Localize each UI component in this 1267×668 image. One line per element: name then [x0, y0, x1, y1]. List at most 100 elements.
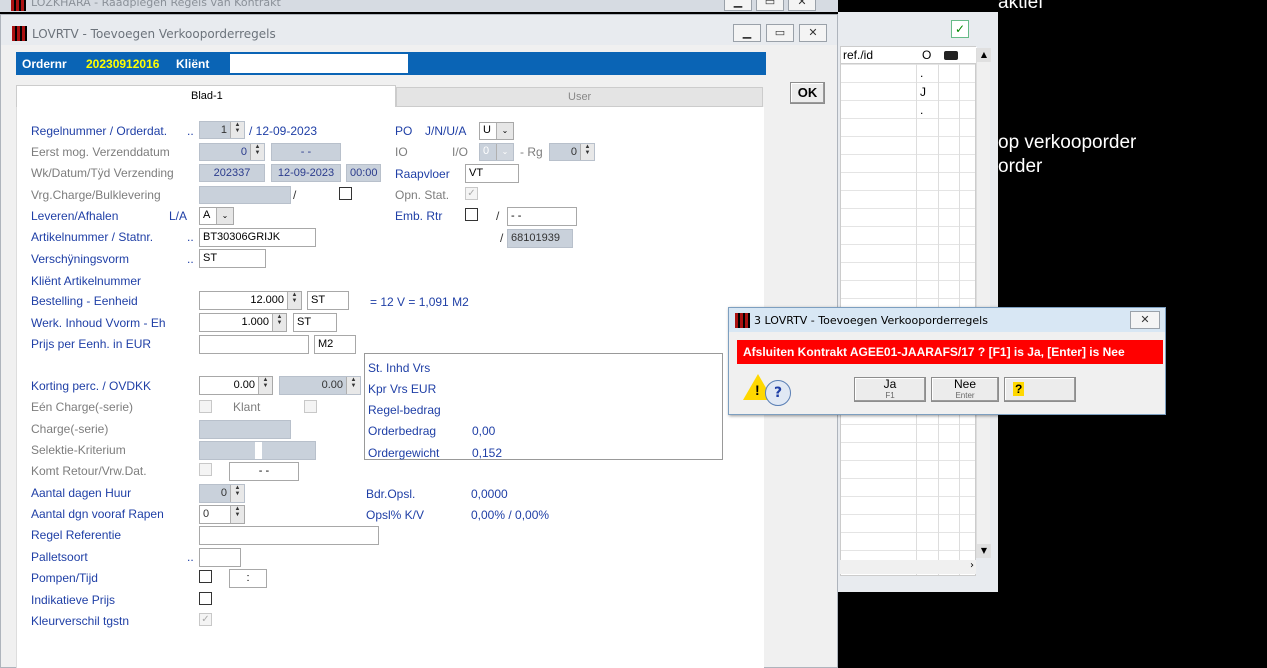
indikatief-checkbox[interactable] [199, 592, 212, 605]
dots: .. [187, 124, 194, 138]
huur-label: Aantal dagen Huur [31, 486, 132, 500]
vooraf-field[interactable]: 0 ▲ ▼ [199, 505, 245, 524]
summary-panel: St. Inhd Vrs Kpr Vrs EUR Regel-bedrag Or… [364, 353, 723, 460]
camera-icon [944, 51, 958, 60]
list-cell[interactable]: . [920, 66, 923, 80]
werk-unit-field[interactable]: ST [293, 313, 337, 332]
col-ref-id[interactable]: ref./id [843, 48, 873, 62]
wk-time-field[interactable]: 00:00 [346, 164, 381, 182]
ordergewicht-label: Ordergewicht [368, 446, 440, 460]
korting-value-1: 0.00 [233, 379, 255, 391]
klient-field[interactable] [230, 54, 408, 73]
background-window-title: LOZKHARA - Raadplegen Regels van Kontrak… [31, 0, 281, 9]
po-label: PO [395, 124, 413, 138]
list-header: ref./id O [841, 47, 977, 64]
klient-label: Kliënt [176, 57, 210, 71]
komt-date-field[interactable]: - - [229, 462, 299, 481]
dots: .. [187, 230, 194, 244]
chevron-down-icon[interactable]: ⌄ [496, 123, 513, 139]
close-button[interactable]: ✕ [799, 24, 827, 42]
horizontal-scrollbar[interactable]: › [840, 560, 976, 574]
korting-field-2[interactable]: 0.00 ▲ ▼ [279, 376, 361, 395]
io-select[interactable]: 0 ⌄ [479, 143, 514, 161]
wk-value: 202337 [213, 167, 251, 179]
tab-blad-1[interactable]: Blad-1 [16, 85, 396, 107]
huur-field[interactable]: 0 ▲ ▼ [199, 484, 245, 503]
opn-checkbox[interactable]: ✓ [465, 187, 478, 200]
scroll-down-icon[interactable]: ▼ [977, 544, 991, 558]
po-select[interactable]: U ⌄ [479, 122, 514, 140]
charge-label: Charge(-serie) [31, 422, 109, 436]
eerst-field[interactable]: 0 ▲ ▼ [199, 143, 265, 161]
bestelling-label: Bestelling - Eenheid [31, 294, 138, 308]
wk-date-field[interactable]: 12-09-2023 [271, 164, 341, 182]
la-select[interactable]: A ⌄ [199, 207, 234, 225]
io-rg-field[interactable]: 0 ▲ ▼ [549, 143, 595, 161]
opsl-label: Opsl% K/V [366, 508, 425, 522]
charge-field[interactable] [199, 420, 291, 439]
ok-button[interactable]: OK [790, 82, 825, 104]
form-panel: Regelnummer / Orderdat. .. 1 ▲ ▼ / 12-09-2… [16, 107, 764, 668]
werk-field[interactable]: 1.000 ▲ ▼ [199, 313, 287, 332]
close-button[interactable]: ✕ [788, 0, 816, 11]
regel-ref-field[interactable] [199, 526, 379, 545]
bestelling-unit-field[interactable]: ST [307, 291, 349, 310]
statnr-field[interactable]: 68101939 [507, 229, 573, 248]
close-button[interactable]: ✕ [1130, 311, 1160, 329]
main-titlebar: LOVRTV - Toevoegen Verkooporderregels ▁ … [1, 15, 837, 45]
dialog-body: Afsluiten Kontrakt AGEE01-JAARAFS/17 ? [… [729, 332, 1165, 414]
klient-art-label: Kliënt Artikelnummer [31, 274, 142, 288]
prijs-unit-field[interactable]: M2 [314, 335, 356, 354]
checkmark-icon[interactable]: ✓ [951, 20, 969, 38]
werk-label: Werk. Inhoud Vvorm - Eh [31, 316, 166, 330]
selektie-field[interactable] [199, 441, 316, 460]
klant-checkbox[interactable] [304, 400, 317, 413]
minimize-button[interactable]: ▁ [724, 0, 752, 11]
een-charge-checkbox[interactable] [199, 400, 212, 413]
background-text: aktief [998, 0, 1044, 13]
tab-user[interactable]: User [396, 87, 763, 107]
eerst-date-field[interactable]: - - [271, 143, 341, 161]
raapvloer-field[interactable]: VT [465, 164, 519, 183]
maximize-button[interactable]: ▭ [756, 0, 784, 11]
chevron-down-icon[interactable]: ⌄ [496, 144, 513, 160]
help-button[interactable]: ? [1004, 377, 1076, 402]
pompen-time-field[interactable]: : [229, 569, 267, 588]
bestelling-field[interactable]: 12.000 ▲ ▼ [199, 291, 302, 310]
minimize-button[interactable]: ▁ [733, 24, 761, 42]
bulklevering-checkbox[interactable] [339, 187, 352, 200]
verschijning-field[interactable]: ST [199, 249, 266, 268]
pallet-field[interactable] [199, 548, 241, 567]
dialog-title: 3 LOVRTV - Toevoegen Verkooporderregels [754, 314, 988, 327]
list-cell[interactable]: J [920, 85, 926, 99]
vrg-field[interactable] [199, 186, 291, 204]
tab-label: User [568, 91, 592, 103]
col-o[interactable]: O [922, 48, 931, 62]
pompen-time: : [246, 572, 250, 584]
bdr-value: 0,0000 [471, 487, 508, 501]
emb-date-field[interactable]: - - [507, 207, 577, 226]
pompen-checkbox[interactable] [199, 570, 212, 583]
wk-field[interactable]: 202337 [199, 164, 265, 182]
artikel-field[interactable]: BT30306GRIJK [199, 228, 316, 247]
regelnummer-label: Regelnummer / Orderdat. [31, 124, 168, 138]
ordernr-label: Ordernr [22, 57, 67, 71]
prijs-field[interactable] [199, 335, 309, 354]
list-cell[interactable]: . [920, 103, 923, 117]
eerst-label: Eerst mog. Verzenddatum [31, 145, 170, 159]
ja-button[interactable]: Ja F1 [854, 377, 926, 402]
nee-button[interactable]: Nee Enter [931, 377, 999, 402]
regelnummer-field[interactable]: 1 ▲ ▼ [199, 121, 245, 139]
scroll-up-icon[interactable]: ▲ [977, 48, 991, 62]
maximize-button[interactable]: ▭ [766, 24, 794, 42]
chevron-down-icon[interactable]: ⌄ [216, 208, 233, 224]
kleur-checkbox[interactable]: ✓ [199, 613, 212, 626]
vertical-scrollbar[interactable]: ▲ ▼ [976, 48, 991, 558]
emb-checkbox[interactable] [465, 208, 478, 221]
komt-checkbox[interactable] [199, 463, 212, 476]
scroll-right-icon[interactable]: › [970, 560, 974, 571]
emb-label: Emb. Rtr [395, 209, 443, 223]
korting-field-1[interactable]: 0.00 ▲ ▼ [199, 376, 273, 395]
main-window-title: LOVRTV - Toevoegen Verkooporderregels [32, 27, 276, 41]
background-window: LOZKHARA - Raadplegen Regels van Kontrak… [0, 0, 838, 12]
